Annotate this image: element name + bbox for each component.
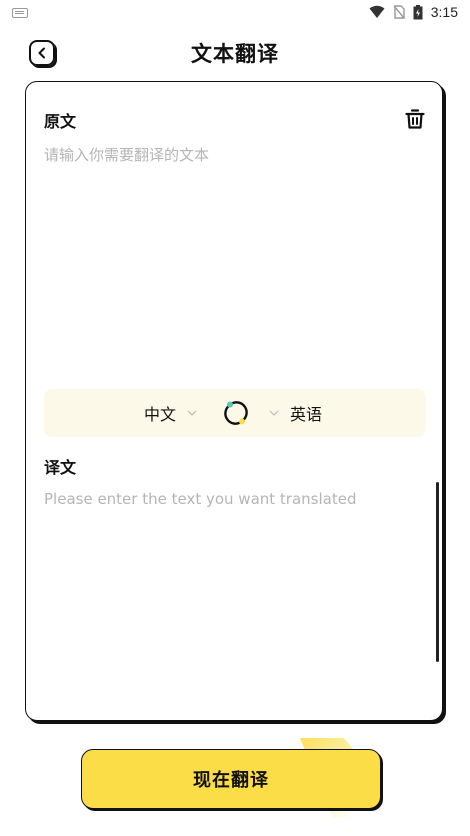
target-text-output[interactable] [44,490,414,700]
no-sim-icon [393,5,405,19]
trash-icon[interactable] [404,108,426,130]
source-language-label: 中文 [144,405,177,424]
translate-now-button[interactable]: 现在翻译 [81,749,381,809]
translation-card: 原文 中文 英语 译文 [25,81,443,721]
status-time: 3:15 [430,4,458,20]
wifi-icon [369,5,385,18]
chevron-down-icon [269,410,279,416]
battery-icon [413,4,423,19]
status-bar: 3:15 [0,0,470,28]
page-title: 文本翻译 [191,42,279,66]
target-language-select[interactable]: 英语 [268,401,322,425]
source-text-input[interactable] [44,144,414,369]
source-language-select[interactable]: 中文 [144,401,198,425]
swap-icon[interactable] [222,399,250,427]
target-language-label: 英语 [290,405,323,424]
target-label: 译文 [44,458,77,477]
language-selector-bar: 中文 英语 [44,389,426,437]
status-icons: 3:15 [369,4,458,20]
scrollbar[interactable] [436,482,439,662]
keyboard-icon [12,8,28,18]
source-label: 原文 [44,112,77,131]
chevron-down-icon [187,410,197,416]
